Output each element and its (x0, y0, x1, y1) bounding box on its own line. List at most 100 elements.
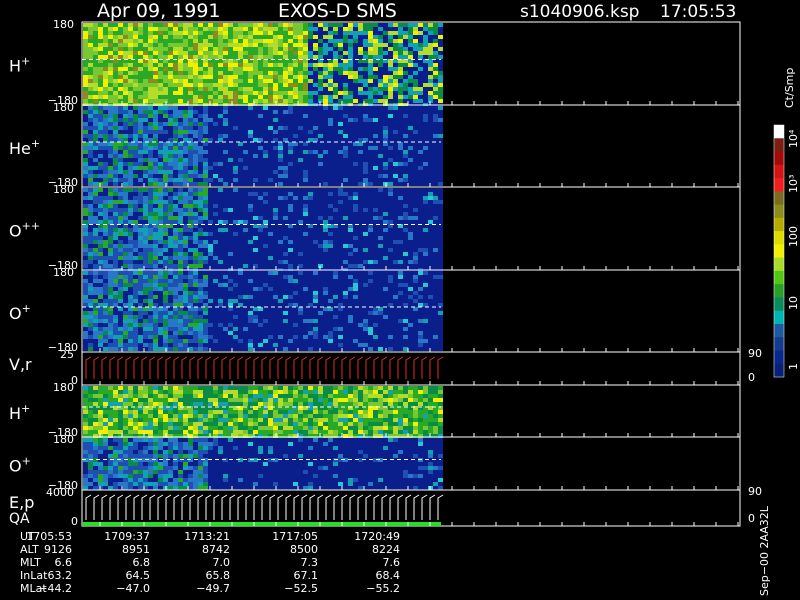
heatmap-cell (313, 67, 318, 71)
heatmap-cell (133, 323, 138, 327)
heatmap-cell (423, 51, 428, 55)
heatmap-cell (93, 51, 98, 55)
heatmap-cell (138, 35, 143, 39)
heatmap-cell (373, 75, 378, 79)
heatmap-cell (418, 126, 423, 130)
heatmap-cell (173, 79, 178, 83)
heatmap-cell (158, 67, 163, 71)
heatmap-cell (368, 232, 373, 236)
heatmap-cell (193, 79, 198, 83)
heatmap-cell (83, 311, 88, 315)
heatmap-cell (183, 39, 188, 43)
heatmap-cell (138, 182, 143, 186)
heatmap-cell (168, 283, 173, 287)
heatmap-cell (153, 174, 158, 178)
heatmap-cell (358, 240, 363, 244)
heatmap-cell (98, 228, 103, 232)
heatmap-cell (178, 283, 183, 287)
heatmap-cell (303, 170, 308, 174)
heatmap-cell (123, 291, 128, 295)
heatmap-cell (173, 174, 178, 178)
heatmap-cell (233, 83, 238, 87)
heatmap-cell (158, 130, 163, 134)
heatmap-cell (423, 248, 428, 252)
heatmap-cell (438, 256, 443, 260)
heatmap-cell (173, 75, 178, 79)
heatmap-cell (108, 275, 113, 279)
heatmap-cell (413, 43, 418, 47)
heatmap-cell (363, 236, 368, 240)
heatmap-cell (108, 311, 113, 315)
heatmap-cell (273, 212, 278, 216)
heatmap-cell (173, 87, 178, 91)
heatmap-cell (158, 248, 163, 252)
heatmap-cell (403, 170, 408, 174)
heatmap-cell (88, 327, 93, 331)
heatmap-cell (313, 146, 318, 150)
heatmap-cell (133, 27, 138, 31)
heatmap-cell (93, 248, 98, 252)
heatmap-cell (148, 319, 153, 323)
heatmap-cell (413, 138, 418, 142)
heatmap-cell (373, 134, 378, 138)
heatmap-cell (203, 216, 208, 220)
heatmap-cell (148, 63, 153, 67)
heatmap-cell (273, 192, 278, 196)
heatmap-cell (143, 110, 148, 114)
heatmap-cell (228, 240, 233, 244)
heatmap-cell (383, 256, 388, 260)
heatmap-cell (328, 31, 333, 35)
heatmap-cell (303, 200, 308, 204)
heatmap-cell (393, 43, 398, 47)
heatmap-cell (168, 162, 173, 166)
heatmap-cell (333, 27, 338, 31)
heatmap-cell (308, 27, 313, 31)
heatmap-cell (143, 228, 148, 232)
heatmap-cell (378, 200, 383, 204)
heatmap-cell (328, 83, 333, 87)
heatmap-cell (138, 212, 143, 216)
heatmap-cell (108, 63, 113, 67)
heatmap-cell (378, 178, 383, 182)
heatmap-cell (238, 216, 243, 220)
heatmap-cell (413, 55, 418, 59)
heatmap-cell (138, 256, 143, 260)
heatmap-cell (238, 51, 243, 55)
heatmap-cell (348, 43, 353, 47)
heatmap-cell (153, 271, 158, 275)
heatmap-cell (273, 130, 278, 134)
heatmap-cell (298, 154, 303, 158)
heatmap-cell (273, 47, 278, 51)
heatmap-cell (408, 256, 413, 260)
heatmap-cell (223, 182, 228, 186)
heatmap-cell (173, 182, 178, 186)
heatmap-cell (153, 67, 158, 71)
heatmap-cell (333, 228, 338, 232)
heatmap-cell (83, 146, 88, 150)
heatmap-cell (93, 228, 98, 232)
heatmap-cell (263, 110, 268, 114)
heatmap-cell (203, 162, 208, 166)
heatmap-cell (138, 130, 143, 134)
heatmap-cell (333, 166, 338, 170)
heatmap-cell (143, 315, 148, 319)
heatmap-cell (413, 91, 418, 95)
heatmap-cell (203, 178, 208, 182)
heatmap-cell (188, 110, 193, 114)
heatmap-cell (243, 75, 248, 79)
heatmap-cell (218, 212, 223, 216)
heatmap-cell (293, 212, 298, 216)
heatmap-cell (198, 35, 203, 39)
heatmap-cell (383, 91, 388, 95)
heatmap-cell (168, 196, 173, 200)
heatmap-cell (413, 196, 418, 200)
heatmap-cell (303, 248, 308, 252)
heatmap-cell (223, 220, 228, 224)
heatmap-cell (203, 158, 208, 162)
heatmap-cell (113, 271, 118, 275)
heatmap-cell (153, 212, 158, 216)
heatmap-cell (118, 192, 123, 196)
heatmap-cell (433, 75, 438, 79)
heatmap-cell (153, 91, 158, 95)
heatmap-cell (398, 228, 403, 232)
